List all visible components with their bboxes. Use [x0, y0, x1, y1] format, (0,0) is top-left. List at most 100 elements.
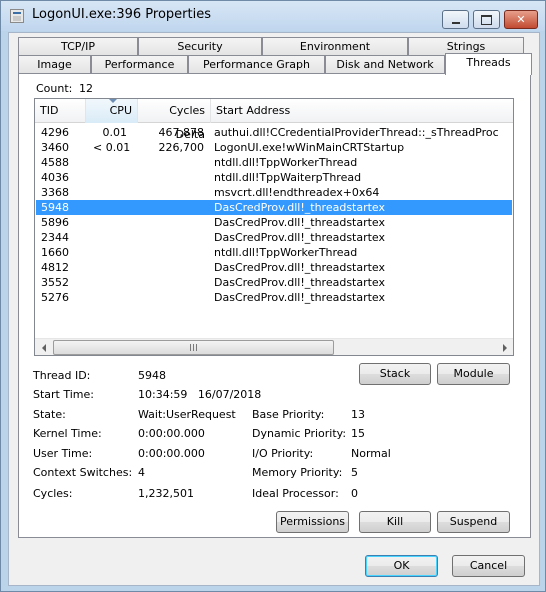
- thread-address-cell: DasCredProv.dll!_threadstartex: [214, 216, 386, 229]
- state-label: State:: [33, 408, 66, 421]
- thread-address-cell: DasCredProv.dll!_threadstartex: [214, 261, 386, 274]
- column-header-cpu[interactable]: CPU: [86, 99, 138, 123]
- table-row[interactable]: 2344 DasCredProv.dll!_threadstartex: [36, 230, 512, 245]
- scrollbar-thumb[interactable]: [53, 340, 334, 355]
- cancel-button[interactable]: Cancel: [452, 555, 525, 577]
- tab-environment[interactable]: Environment: [262, 37, 408, 56]
- thread-cycles-cell: 226,700: [158, 141, 205, 154]
- dialog-client: TCP/IP Security Environment Strings Imag…: [8, 32, 540, 586]
- thread-address-cell: DasCredProv.dll!_threadstartex: [214, 291, 386, 304]
- thread-tid-cell: 4036: [41, 171, 69, 184]
- cycles-value: 1,232,501: [138, 487, 194, 500]
- thread-id-label: Thread ID:: [33, 369, 91, 382]
- thread-tid-cell: 1660: [41, 246, 69, 259]
- column-header-cpu-label: CPU: [109, 104, 132, 117]
- table-row[interactable]: 5276 DasCredProv.dll!_threadstartex: [36, 290, 512, 305]
- ok-button[interactable]: OK: [365, 555, 438, 577]
- ideal-processor-label: Ideal Processor:: [252, 487, 339, 500]
- thread-tid-cell: 5896: [41, 216, 69, 229]
- list-header: TID CPU Cycles Delta Start Address: [35, 99, 513, 141]
- tab-image[interactable]: Image: [18, 55, 91, 74]
- tab-threads[interactable]: Threads: [445, 53, 532, 75]
- table-row[interactable]: 3552 DasCredProv.dll!_threadstartex: [36, 275, 512, 290]
- thread-address-cell: DasCredProv.dll!_threadstartex: [214, 276, 386, 289]
- io-priority-label: I/O Priority:: [252, 447, 314, 460]
- tab-disk-and-network[interactable]: Disk and Network: [325, 55, 445, 74]
- base-priority-label: Base Priority:: [252, 408, 325, 421]
- tab-tcpip[interactable]: TCP/IP: [18, 37, 138, 56]
- thread-address-cell: LogonUI.exe!wWinMainCRTStartup: [214, 141, 405, 154]
- table-row[interactable]: 5948 DasCredProv.dll!_threadstartex: [36, 200, 512, 215]
- start-time-value: 10:34:59 16/07/2018: [138, 388, 262, 401]
- permissions-button[interactable]: Permissions: [276, 511, 349, 533]
- io-priority-value: Normal: [351, 447, 391, 460]
- tab-performance[interactable]: Performance: [91, 55, 188, 74]
- cycles-label: Cycles:: [33, 487, 73, 500]
- memory-priority-value: 5: [351, 466, 358, 479]
- dynamic-priority-value: 15: [351, 427, 365, 440]
- thread-address-cell: ntdll.dll!TppWorkerThread: [214, 156, 358, 169]
- thread-tid-cell: 2344: [41, 231, 69, 244]
- thread-tid-cell: 5276: [41, 291, 69, 304]
- thread-tid-cell: 3368: [41, 186, 69, 199]
- base-priority-value: 13: [351, 408, 365, 421]
- count-label: Count:: [36, 82, 73, 95]
- properties-window: LogonUI.exe:396 Properties ✕ TCP/IP Secu…: [0, 0, 546, 592]
- table-row[interactable]: 5896 DasCredProv.dll!_threadstartex: [36, 215, 512, 230]
- thread-cycles-cell: 467,878: [158, 126, 205, 139]
- thread-cpu-cell: < 0.01: [93, 141, 131, 154]
- thread-tid-cell: 4588: [41, 156, 69, 169]
- thread-tid-cell: 5948: [41, 201, 69, 214]
- dynamic-priority-label: Dynamic Priority:: [252, 427, 347, 440]
- title-bar[interactable]: LogonUI.exe:396 Properties ✕: [1, 1, 545, 31]
- suspend-button[interactable]: Suspend: [437, 511, 510, 533]
- table-row[interactable]: 4296 0.01 467,878 authui.dll!CCredentialPro…: [36, 125, 512, 140]
- ideal-processor-value: 0: [351, 487, 358, 500]
- thread-address-cell: DasCredProv.dll!_threadstartex: [214, 231, 386, 244]
- column-header-tid[interactable]: TID: [35, 99, 86, 123]
- thread-address-cell: msvcrt.dll!endthreadex+0x64: [214, 186, 380, 199]
- table-row[interactable]: 3368 msvcrt.dll!endthreadex+0x64: [36, 185, 512, 200]
- kernel-time-value: 0:00:00.000: [138, 427, 205, 440]
- app-icon: [10, 9, 24, 23]
- thread-tid-cell: 3552: [41, 276, 69, 289]
- memory-priority-label: Memory Priority:: [252, 466, 343, 479]
- table-row[interactable]: 3460 < 0.01 226,700 LogonUI.exe!wWinMainCRT…: [36, 140, 512, 155]
- column-header-start-address[interactable]: Start Address: [211, 99, 513, 123]
- tab-security[interactable]: Security: [138, 37, 262, 56]
- context-switches-label: Context Switches:: [33, 466, 133, 479]
- count-value: 12: [79, 82, 93, 95]
- minimize-icon[interactable]: [442, 10, 469, 29]
- tab-performance-graph[interactable]: Performance Graph: [188, 55, 325, 74]
- thread-tid-cell: 4812: [41, 261, 69, 274]
- window-title: LogonUI.exe:396 Properties: [32, 7, 211, 22]
- thread-tid-cell: 4296: [41, 126, 69, 139]
- scroll-left-icon[interactable]: [35, 339, 52, 355]
- kill-button[interactable]: Kill: [359, 511, 431, 533]
- maximize-icon[interactable]: [473, 10, 500, 29]
- stack-button[interactable]: Stack: [359, 363, 431, 385]
- user-time-value: 0:00:00.000: [138, 447, 205, 460]
- thread-id-value: 5948: [138, 369, 166, 382]
- state-value: Wait:UserRequest: [138, 408, 236, 421]
- thread-cpu-cell: 0.01: [102, 126, 128, 139]
- table-row[interactable]: 4588 ntdll.dll!TppWorkerThread: [36, 155, 512, 170]
- threads-list[interactable]: TID CPU Cycles Delta Start Address 4296 0…: [34, 98, 514, 356]
- column-header-address-label: Start Address: [216, 104, 291, 117]
- table-row[interactable]: 1660 ntdll.dll!TppWorkerThread: [36, 245, 512, 260]
- thread-tid-cell: 3460: [41, 141, 69, 154]
- sort-arrow-icon: [108, 99, 117, 103]
- scroll-right-icon[interactable]: [496, 339, 513, 355]
- thread-address-cell: DasCredProv.dll!_threadstartex: [214, 201, 386, 214]
- table-row[interactable]: 4036 ntdll.dll!TppWaiterpThread: [36, 170, 512, 185]
- thread-address-cell: ntdll.dll!TppWaiterpThread: [214, 171, 362, 184]
- table-row[interactable]: 4812 DasCredProv.dll!_threadstartex: [36, 260, 512, 275]
- close-icon[interactable]: ✕: [504, 10, 538, 29]
- module-button[interactable]: Module: [437, 363, 510, 385]
- grip-icon: [189, 344, 198, 351]
- kernel-time-label: Kernel Time:: [33, 427, 102, 440]
- thread-address-cell: authui.dll!CCredentialProviderThread::_s…: [214, 126, 499, 139]
- column-header-cycles-delta[interactable]: Cycles Delta: [138, 99, 211, 141]
- horizontal-scrollbar[interactable]: [35, 338, 513, 355]
- context-switches-value: 4: [138, 466, 145, 479]
